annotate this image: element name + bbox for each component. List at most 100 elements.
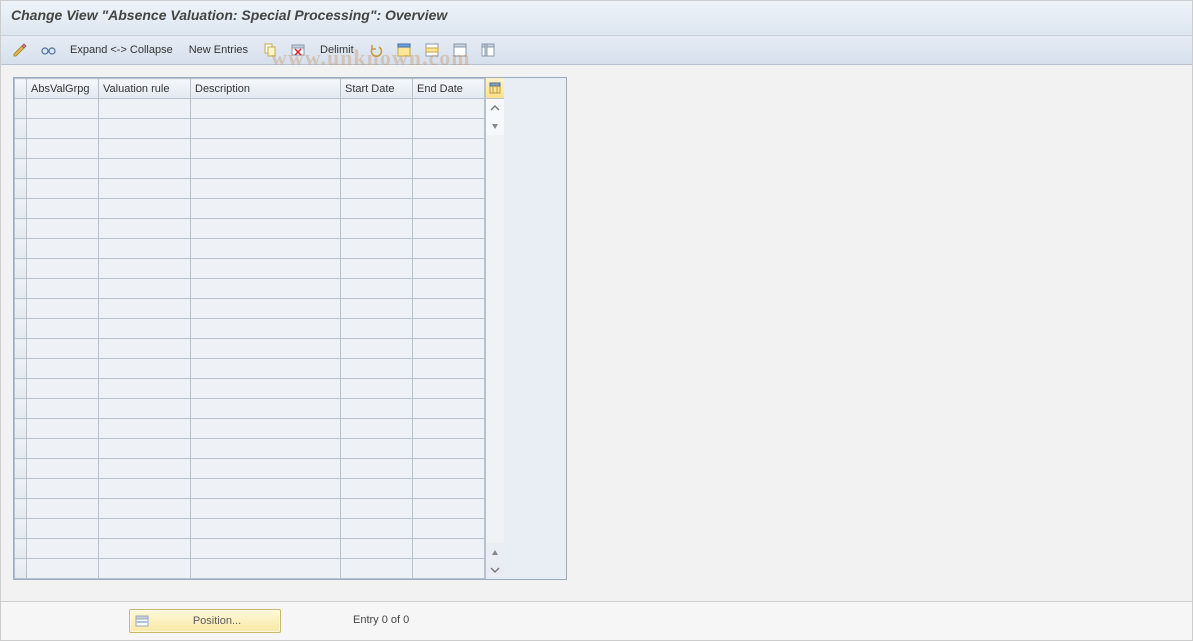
cell[interactable] <box>27 519 99 539</box>
cell[interactable] <box>341 99 413 119</box>
cell[interactable] <box>27 199 99 219</box>
data-grid[interactable]: AbsValGrpg Valuation rule Description St… <box>14 78 485 579</box>
delete-button[interactable] <box>287 40 309 60</box>
row-selector[interactable] <box>15 419 27 439</box>
cell[interactable] <box>191 559 341 579</box>
scroll-top-button[interactable] <box>486 99 504 117</box>
cell[interactable] <box>413 319 485 339</box>
cell[interactable] <box>27 279 99 299</box>
row-selector[interactable] <box>15 319 27 339</box>
table-row[interactable] <box>15 559 485 579</box>
cell[interactable] <box>341 399 413 419</box>
row-selector[interactable] <box>15 199 27 219</box>
cell[interactable] <box>27 179 99 199</box>
row-selector[interactable] <box>15 359 27 379</box>
row-selector[interactable] <box>15 539 27 559</box>
cell[interactable] <box>99 159 191 179</box>
table-settings-button[interactable] <box>477 40 499 60</box>
col-description[interactable]: Description <box>191 79 341 99</box>
row-selector[interactable] <box>15 499 27 519</box>
cell[interactable] <box>99 259 191 279</box>
cell[interactable] <box>191 319 341 339</box>
row-selector[interactable] <box>15 519 27 539</box>
row-selector[interactable] <box>15 439 27 459</box>
cell[interactable] <box>341 539 413 559</box>
cell[interactable] <box>413 359 485 379</box>
cell[interactable] <box>413 299 485 319</box>
cell[interactable] <box>27 259 99 279</box>
cell[interactable] <box>99 199 191 219</box>
table-row[interactable] <box>15 459 485 479</box>
table-row[interactable] <box>15 339 485 359</box>
cell[interactable] <box>99 299 191 319</box>
cell[interactable] <box>413 439 485 459</box>
row-selector[interactable] <box>15 179 27 199</box>
row-selector[interactable] <box>15 139 27 159</box>
cell[interactable] <box>99 99 191 119</box>
cell[interactable] <box>191 439 341 459</box>
cell[interactable] <box>341 379 413 399</box>
cell[interactable] <box>413 419 485 439</box>
cell[interactable] <box>27 139 99 159</box>
table-row[interactable] <box>15 239 485 259</box>
table-row[interactable] <box>15 379 485 399</box>
other-view-button[interactable] <box>37 40 59 60</box>
cell[interactable] <box>99 179 191 199</box>
cell[interactable] <box>27 539 99 559</box>
cell[interactable] <box>27 479 99 499</box>
cell[interactable] <box>27 299 99 319</box>
row-selector-header[interactable] <box>15 79 27 99</box>
cell[interactable] <box>341 459 413 479</box>
cell[interactable] <box>413 539 485 559</box>
cell[interactable] <box>27 399 99 419</box>
cell[interactable] <box>341 179 413 199</box>
cell[interactable] <box>341 339 413 359</box>
table-row[interactable] <box>15 519 485 539</box>
cell[interactable] <box>99 459 191 479</box>
table-row[interactable] <box>15 279 485 299</box>
table-row[interactable] <box>15 159 485 179</box>
row-selector[interactable] <box>15 279 27 299</box>
cell[interactable] <box>99 139 191 159</box>
cell[interactable] <box>341 139 413 159</box>
table-configure-button[interactable] <box>486 78 504 99</box>
row-selector[interactable] <box>15 559 27 579</box>
col-end-date[interactable]: End Date <box>413 79 485 99</box>
cell[interactable] <box>413 519 485 539</box>
cell[interactable] <box>99 359 191 379</box>
cell[interactable] <box>413 119 485 139</box>
toggle-display-change-button[interactable] <box>9 40 31 60</box>
cell[interactable] <box>191 499 341 519</box>
cell[interactable] <box>99 419 191 439</box>
table-row[interactable] <box>15 119 485 139</box>
cell[interactable] <box>191 399 341 419</box>
col-start-date[interactable]: Start Date <box>341 79 413 99</box>
cell[interactable] <box>99 379 191 399</box>
cell[interactable] <box>191 419 341 439</box>
cell[interactable] <box>99 499 191 519</box>
cell[interactable] <box>191 179 341 199</box>
cell[interactable] <box>191 479 341 499</box>
row-selector[interactable] <box>15 119 27 139</box>
cell[interactable] <box>191 219 341 239</box>
table-row[interactable] <box>15 199 485 219</box>
cell[interactable] <box>413 339 485 359</box>
table-row[interactable] <box>15 319 485 339</box>
cell[interactable] <box>341 499 413 519</box>
cell[interactable] <box>27 359 99 379</box>
cell[interactable] <box>191 139 341 159</box>
row-selector[interactable] <box>15 99 27 119</box>
cell[interactable] <box>27 119 99 139</box>
table-row[interactable] <box>15 359 485 379</box>
cell[interactable] <box>413 259 485 279</box>
table-row[interactable] <box>15 539 485 559</box>
cell[interactable] <box>27 219 99 239</box>
scroll-bottom-button[interactable] <box>486 561 504 579</box>
cell[interactable] <box>99 479 191 499</box>
cell[interactable] <box>341 239 413 259</box>
cell[interactable] <box>99 559 191 579</box>
row-selector[interactable] <box>15 299 27 319</box>
cell[interactable] <box>341 439 413 459</box>
cell[interactable] <box>99 339 191 359</box>
row-selector[interactable] <box>15 399 27 419</box>
